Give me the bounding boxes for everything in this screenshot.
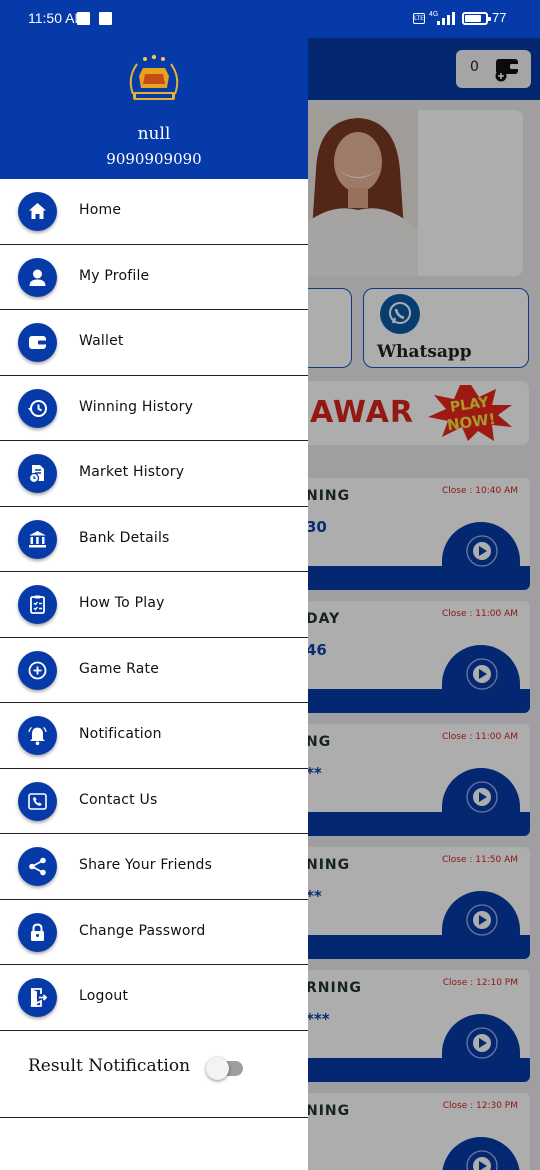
menu-item-share-your-friends[interactable]: Share Your Friends <box>0 834 308 900</box>
user-name: null <box>137 124 171 144</box>
menu-item-game-rate[interactable]: Game Rate <box>0 638 308 703</box>
menu-item-home[interactable]: Home <box>0 179 308 245</box>
notification-square-icon <box>77 12 90 25</box>
lock-icon <box>18 912 57 952</box>
signal-icon <box>437 12 455 25</box>
notification-square-icon <box>99 12 112 25</box>
menu-item-label: Winning History <box>79 398 194 415</box>
battery-percent: 77 <box>492 10 507 25</box>
drawer-menu: Home My Profile Wallet Winning History Marke… <box>0 179 308 1031</box>
battery-icon <box>462 12 491 25</box>
wallet-icon <box>18 323 57 362</box>
status-bar: 11:50 AM LTE 4G 77 <box>0 0 540 38</box>
menu-item-change-password[interactable]: Change Password <box>0 900 308 965</box>
menu-item-label: Share Your Friends <box>79 857 213 873</box>
menu-item-how-to-play[interactable]: How To Play <box>0 572 308 638</box>
app-logo <box>129 54 179 100</box>
navigation-drawer: null 9090909090 Home My Profile Wallet Winn… <box>0 38 308 1170</box>
menu-item-label: Logout <box>79 988 129 1004</box>
menu-item-my-profile[interactable]: My Profile <box>0 245 308 310</box>
menu-item-label: Notification <box>79 726 162 742</box>
menu-item-bank-details[interactable]: Bank Details <box>0 507 308 572</box>
menu-item-label: How To Play <box>79 595 165 611</box>
phone-icon <box>18 781 57 821</box>
person-icon <box>18 257 57 297</box>
share-icon <box>18 847 57 886</box>
document-clock-icon <box>18 454 57 493</box>
toggle-thumb[interactable] <box>206 1057 229 1080</box>
user-phone: 9090909090 <box>106 150 202 168</box>
history-icon <box>18 388 57 428</box>
menu-item-label: Contact Us <box>79 791 158 808</box>
menu-item-market-history[interactable]: Market History <box>0 441 308 507</box>
menu-item-label: Game Rate <box>79 660 160 677</box>
bank-icon <box>18 519 57 559</box>
menu-item-notification[interactable]: Notification <box>0 703 308 769</box>
home-icon <box>18 192 57 231</box>
menu-item-label: Home <box>79 202 122 218</box>
menu-item-label: Wallet <box>79 333 124 349</box>
menu-item-label: Market History <box>79 464 185 480</box>
result-notification-row: Result Notification <box>0 1032 308 1118</box>
menu-item-contact-us[interactable]: Contact Us <box>0 769 308 834</box>
logout-icon <box>18 978 57 1017</box>
bell-icon <box>18 716 57 755</box>
menu-item-winning-history[interactable]: Winning History <box>0 376 308 441</box>
menu-item-label: Change Password <box>79 922 206 939</box>
menu-item-label: Bank Details <box>79 529 170 546</box>
drawer-header: null 9090909090 <box>0 38 308 179</box>
result-notification-label: Result Notification <box>28 1056 191 1076</box>
menu-item-label: My Profile <box>79 267 150 284</box>
plus-circle-icon <box>18 650 57 690</box>
menu-item-logout[interactable]: Logout <box>0 965 308 1031</box>
volte-icon: LTE <box>413 13 425 24</box>
clipboard-icon <box>18 585 57 624</box>
menu-item-wallet[interactable]: Wallet <box>0 310 308 376</box>
